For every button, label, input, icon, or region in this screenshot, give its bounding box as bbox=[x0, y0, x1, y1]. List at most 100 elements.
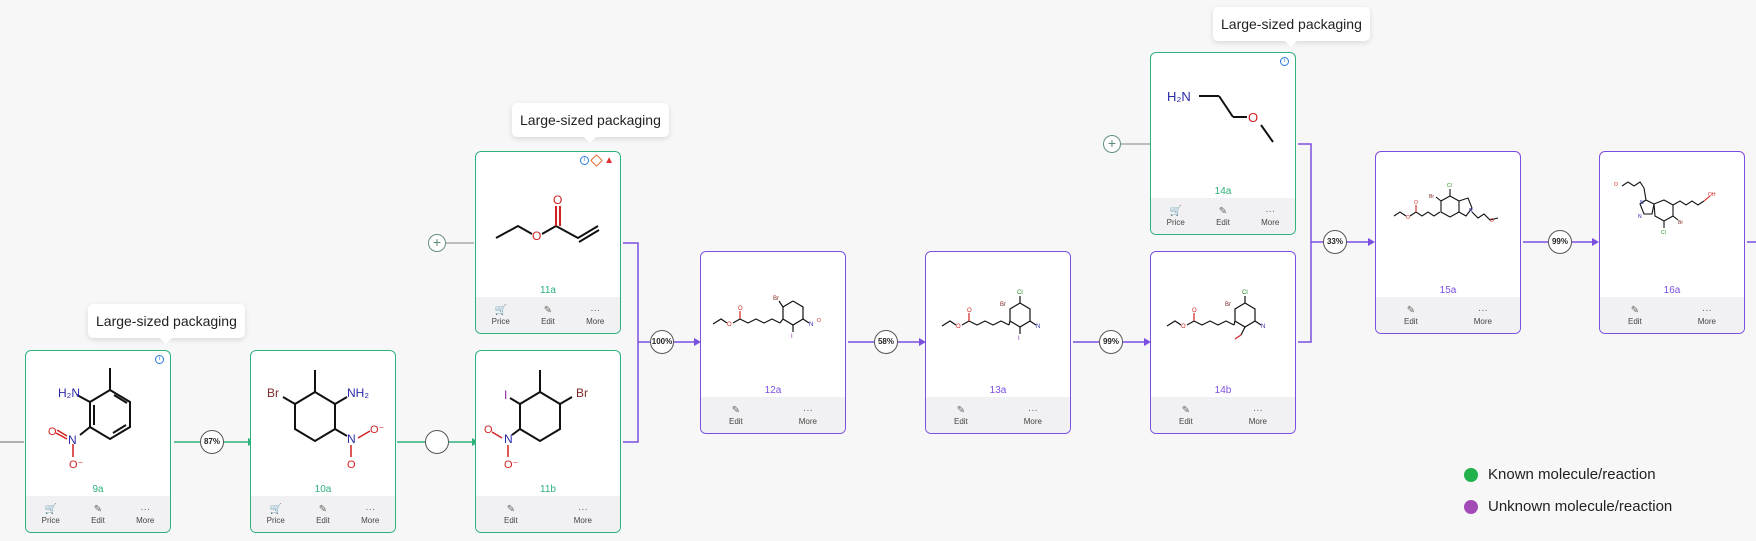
molecule-label: 12a bbox=[764, 385, 782, 396]
add-reactant-button-14a[interactable]: + bbox=[1103, 135, 1121, 153]
svg-text:Br: Br bbox=[576, 386, 588, 400]
more-button[interactable]: ··· More bbox=[1698, 305, 1716, 326]
edit-button[interactable]: ✎ Edit bbox=[954, 405, 968, 426]
more-label: More bbox=[1473, 316, 1492, 326]
more-button[interactable]: ··· More bbox=[1261, 206, 1279, 227]
edit-icon: ✎ bbox=[731, 404, 741, 416]
edit-button[interactable]: ✎ Edit bbox=[729, 405, 743, 426]
legend-unknown: Unknown molecule/reaction bbox=[1464, 498, 1672, 515]
more-label: More bbox=[1261, 217, 1280, 227]
packaging-tooltip-11a: Large-sized packaging bbox=[512, 103, 669, 143]
more-icon: ··· bbox=[1252, 404, 1263, 416]
more-icon: ··· bbox=[365, 503, 376, 515]
reaction-yield-9a-10a[interactable]: 87% bbox=[200, 430, 224, 454]
more-button[interactable]: ··· More bbox=[361, 504, 379, 525]
svg-text:I: I bbox=[791, 334, 793, 340]
svg-text:O: O bbox=[1192, 308, 1197, 314]
edit-button[interactable]: ✎ Edit bbox=[91, 504, 105, 525]
molecule-label: 16a bbox=[1663, 285, 1681, 296]
known-dot-icon bbox=[1464, 467, 1478, 482]
edit-icon: ✎ bbox=[506, 503, 516, 515]
molecule-card-14a[interactable]: i H₂N O 14a 🛒 Price ✎ Edit ··· More bbox=[1150, 52, 1296, 235]
svg-text:O: O bbox=[956, 324, 961, 330]
price-button[interactable]: 🛒 Price bbox=[492, 305, 510, 326]
more-button[interactable]: ··· More bbox=[1024, 405, 1042, 426]
molecule-card-11a[interactable]: i ▲ O O 11a 🛒 Price ✎ Edit ··· More bbox=[475, 151, 621, 334]
price-button[interactable]: 🛒 Price bbox=[267, 504, 285, 525]
edit-label: Edit bbox=[541, 316, 555, 326]
reaction-yield-11-12a[interactable]: 100% bbox=[650, 330, 674, 354]
reaction-yield-15a-16a[interactable]: 99% bbox=[1548, 230, 1572, 254]
more-button[interactable]: ··· More bbox=[799, 405, 817, 426]
edit-button[interactable]: ✎ Edit bbox=[504, 504, 518, 525]
molecule-structure-16a: O N N Cl Br OH bbox=[1614, 181, 1716, 236]
reaction-yield-13a-14b[interactable]: 99% bbox=[1099, 330, 1123, 354]
edit-label: Edit bbox=[316, 515, 330, 525]
edit-icon: ✎ bbox=[1218, 205, 1228, 217]
molecule-card-9a[interactable]: i H₂N N O O⁻ 9a 🛒 Price ✎ Edit ··· More bbox=[25, 350, 171, 533]
card-actions: 🛒 Price ✎ Edit ··· More bbox=[26, 496, 170, 532]
svg-text:I: I bbox=[1018, 336, 1020, 342]
molecule-card-16a[interactable]: O N N Cl Br OH 16a ✎ Edit ··· More bbox=[1599, 151, 1745, 334]
edit-button[interactable]: ✎ Edit bbox=[1216, 206, 1230, 227]
more-button[interactable]: ··· More bbox=[586, 305, 604, 326]
more-icon: ··· bbox=[1477, 304, 1488, 316]
card-actions: 🛒 Price ✎ Edit ··· More bbox=[251, 496, 395, 532]
more-icon: ··· bbox=[590, 304, 601, 316]
molecule-card-11b[interactable]: I Br N O O⁻ 11b ✎ Edit ··· More bbox=[475, 350, 621, 533]
edit-icon: ✎ bbox=[93, 503, 103, 515]
svg-text:O: O bbox=[817, 318, 821, 324]
edit-button[interactable]: ✎ Edit bbox=[541, 305, 555, 326]
edit-button[interactable]: ✎ Edit bbox=[1628, 305, 1642, 326]
card-actions: ✎ Edit ··· More bbox=[476, 496, 620, 532]
svg-text:H₂N: H₂N bbox=[58, 386, 80, 400]
edit-icon: ✎ bbox=[543, 304, 553, 316]
price-button[interactable]: 🛒 Price bbox=[42, 504, 60, 525]
molecule-structure-14b: O O Br Cl N bbox=[1166, 290, 1265, 340]
svg-text:O: O bbox=[532, 229, 541, 243]
edit-button[interactable]: ✎ Edit bbox=[1179, 405, 1193, 426]
svg-text:N: N bbox=[1261, 324, 1265, 330]
edit-button[interactable]: ✎ Edit bbox=[316, 504, 330, 525]
molecule-label: 14a bbox=[1214, 186, 1232, 197]
molecule-structure-11b: I Br N O O⁻ bbox=[484, 370, 588, 471]
svg-text:N: N bbox=[504, 432, 513, 446]
molecule-label: 13a bbox=[989, 385, 1007, 396]
reaction-yield-12a-13a[interactable]: 58% bbox=[874, 330, 898, 354]
molecule-card-12a[interactable]: O O Br I N O 12a ✎ Edit ··· More bbox=[700, 251, 846, 434]
molecule-card-14b[interactable]: O O Br Cl N 14b ✎ Edit ··· More bbox=[1150, 251, 1296, 434]
reaction-yield-10a-11b[interactable] bbox=[425, 430, 449, 454]
edit-label: Edit bbox=[1403, 316, 1418, 326]
molecule-card-10a[interactable]: Br NH₂ N O⁻ O 10a 🛒 Price ✎ Edit ··· More bbox=[250, 350, 396, 533]
more-icon: ··· bbox=[577, 503, 588, 515]
more-icon: ··· bbox=[1027, 404, 1038, 416]
more-button[interactable]: ··· More bbox=[1249, 405, 1267, 426]
svg-text:OH: OH bbox=[1708, 192, 1716, 198]
more-label: More bbox=[1023, 416, 1042, 426]
molecule-card-15a[interactable]: O O Br Cl N O 15a ✎ Edit ··· More bbox=[1375, 151, 1521, 334]
molecule-card-13a[interactable]: O O Br Cl I N 13a ✎ Edit ··· More bbox=[925, 251, 1071, 434]
price-button[interactable]: 🛒 Price bbox=[1167, 206, 1185, 227]
svg-text:Cl: Cl bbox=[1017, 290, 1023, 296]
svg-text:I: I bbox=[504, 388, 507, 402]
price-label: Price bbox=[41, 515, 60, 525]
more-button[interactable]: ··· More bbox=[136, 504, 154, 525]
more-button[interactable]: ··· More bbox=[1474, 305, 1492, 326]
reaction-yield-14-15a[interactable]: 33% bbox=[1323, 230, 1347, 254]
edit-button[interactable]: ✎ Edit bbox=[1404, 305, 1418, 326]
molecule-structure-9a: H₂N N O O⁻ bbox=[48, 368, 131, 471]
svg-text:O: O bbox=[1181, 324, 1186, 330]
edit-icon: ✎ bbox=[1406, 304, 1416, 316]
molecule-structure-10a: Br NH₂ N O⁻ O bbox=[267, 370, 385, 471]
molecule-label: 9a bbox=[92, 484, 104, 495]
add-reactant-button-11a[interactable]: + bbox=[428, 234, 446, 252]
cart-icon: 🛒 bbox=[1169, 205, 1182, 217]
cart-icon: 🛒 bbox=[44, 503, 57, 515]
svg-text:O: O bbox=[347, 459, 356, 471]
svg-text:N: N bbox=[347, 432, 356, 446]
more-button[interactable]: ··· More bbox=[574, 504, 592, 525]
card-actions: 🛒 Price ✎ Edit ··· More bbox=[1151, 198, 1295, 234]
more-icon: ··· bbox=[140, 503, 151, 515]
molecule-structure-13a: O O Br Cl I N bbox=[941, 290, 1040, 342]
card-actions: ✎ Edit ··· More bbox=[701, 397, 845, 433]
